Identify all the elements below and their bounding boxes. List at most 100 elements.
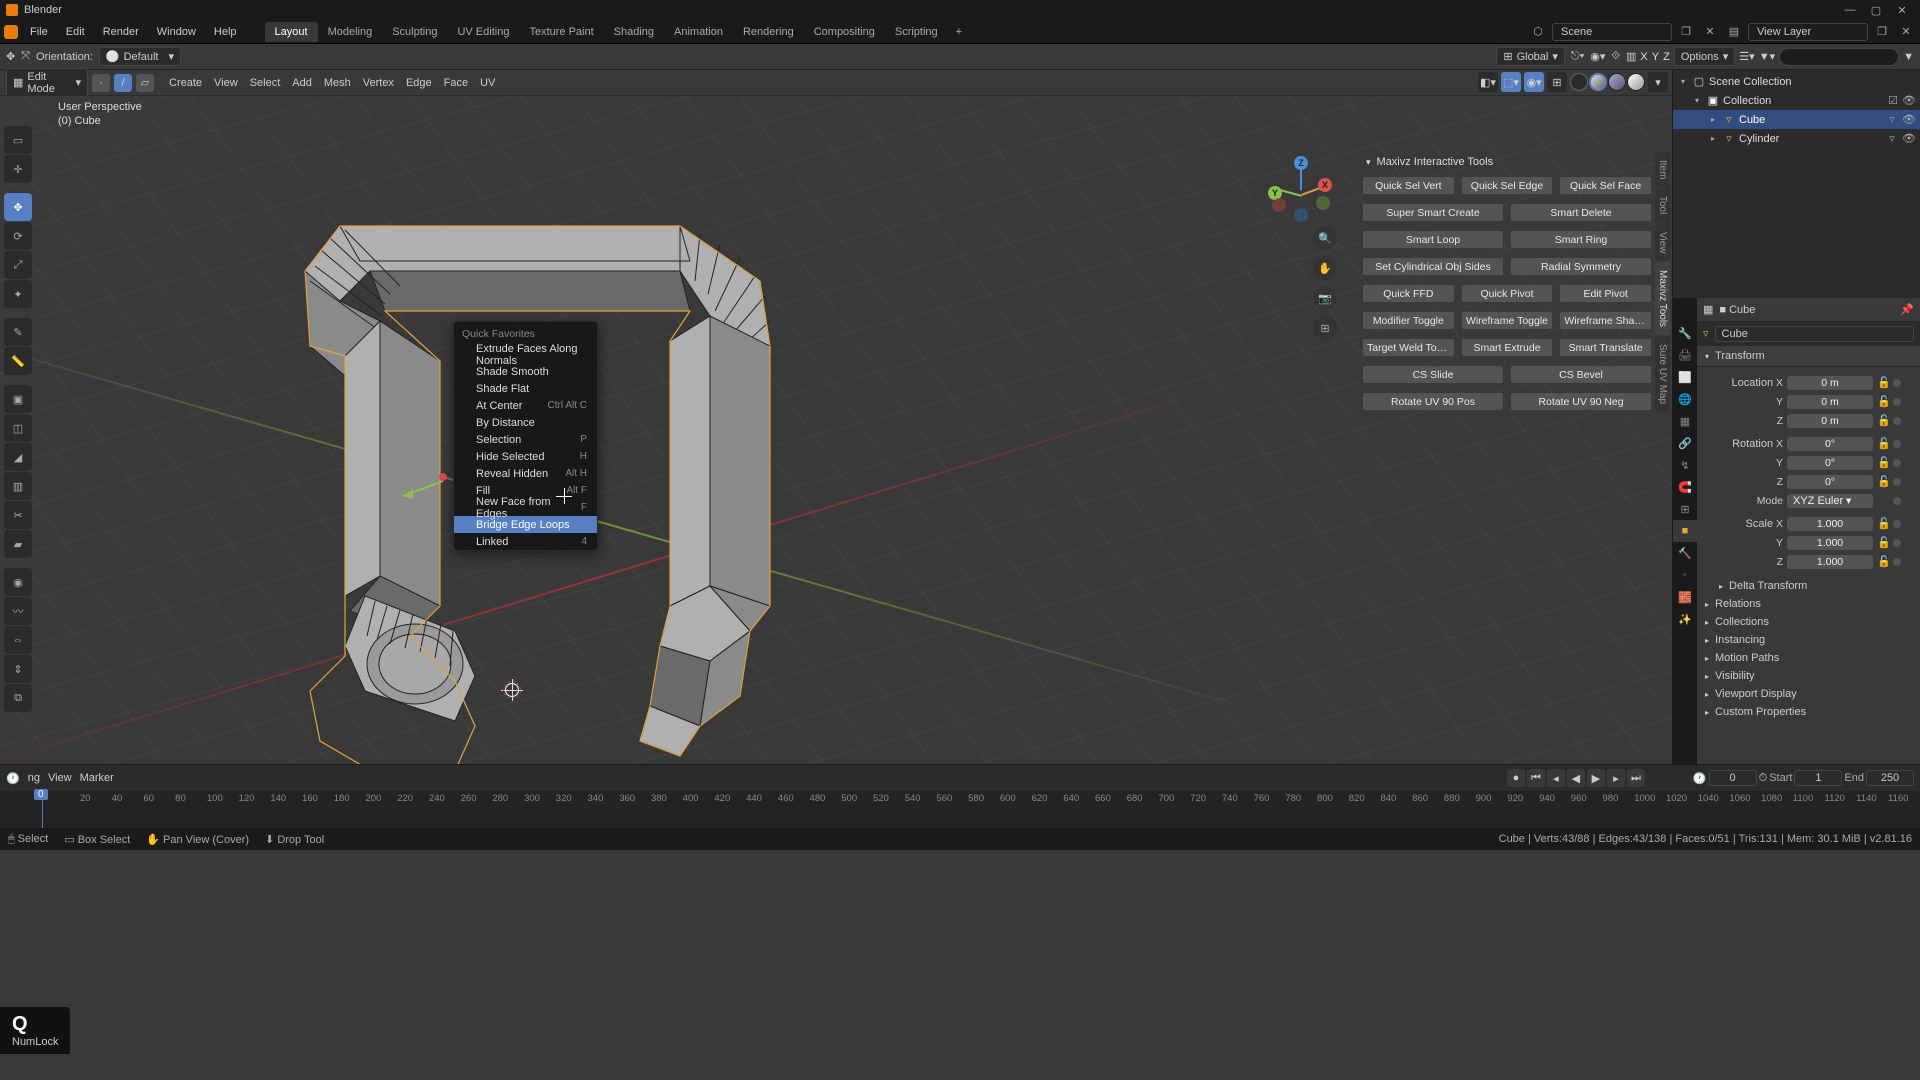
start-frame-field[interactable]: 1 xyxy=(1794,770,1842,786)
select-tool[interactable]: ▭ xyxy=(4,126,32,154)
workspace-tab-rendering[interactable]: Rendering xyxy=(733,22,804,42)
delete-viewlayer-button[interactable]: ✕ xyxy=(1896,22,1916,42)
solid-shading[interactable] xyxy=(1589,73,1607,91)
play-reverse-button[interactable]: ◀ xyxy=(1567,769,1585,787)
mirror-y[interactable]: Y xyxy=(1652,51,1659,63)
maxivz-wireframe-shaded-to-[interactable]: Wireframe Shaded To.. xyxy=(1559,311,1652,330)
rot-z-lock[interactable]: 🔓 xyxy=(1877,475,1889,488)
zoom-icon[interactable]: 🔍 xyxy=(1313,226,1337,250)
props-tab-13[interactable]: ✨ xyxy=(1673,608,1697,630)
rotate-tool[interactable]: ⟳ xyxy=(4,222,32,250)
workspace-tab-sculpting[interactable]: Sculpting xyxy=(382,22,447,42)
workspace-tab-shading[interactable]: Shading xyxy=(604,22,664,42)
loc-z-field[interactable]: 0 m xyxy=(1787,414,1873,428)
cursor-tool-icon[interactable]: ✥ xyxy=(6,50,15,63)
props-tab-8[interactable]: ⊞ xyxy=(1673,498,1697,520)
mirror-x[interactable]: X xyxy=(1640,51,1647,63)
outliner-scene-collection[interactable]: ▾▢Scene Collection xyxy=(1673,72,1920,91)
quickfav-extrude-faces-along-normals[interactable]: Extrude Faces Along Normals xyxy=(454,346,597,363)
editmenu-uv[interactable]: UV xyxy=(475,75,500,91)
camera-view-icon[interactable]: 📷 xyxy=(1313,286,1337,310)
scale-tool[interactable]: ⤢ xyxy=(4,251,32,279)
keyframe-prev-button[interactable]: ◂ xyxy=(1547,769,1565,787)
maxivz-rotate-uv-90-pos[interactable]: Rotate UV 90 Pos xyxy=(1362,392,1504,411)
maxivz-smart-loop[interactable]: Smart Loop xyxy=(1362,230,1504,249)
timeline-menu-marker[interactable]: Marker xyxy=(80,772,114,784)
scale-x-lock[interactable]: 🔓 xyxy=(1877,517,1889,530)
maxivz-smart-extrude[interactable]: Smart Extrude xyxy=(1461,338,1554,357)
transform-orientation[interactable]: ⊞Global▾ xyxy=(1496,47,1565,66)
preview-range-toggle[interactable]: ⏱ xyxy=(1759,772,1768,785)
maxivz-rotate-uv-90-neg[interactable]: Rotate UV 90 Neg xyxy=(1510,392,1652,411)
workspace-tab-animation[interactable]: Animation xyxy=(664,22,733,42)
maxivz-smart-delete[interactable]: Smart Delete xyxy=(1510,203,1652,222)
smooth-tool[interactable]: 〰 xyxy=(4,597,32,625)
maxivz-modifier-toggle[interactable]: Modifier Toggle xyxy=(1362,311,1455,330)
timeline-ruler[interactable]: 2040608010012014016018020022024026028030… xyxy=(0,791,1920,828)
props-tab-7[interactable]: 🧲 xyxy=(1673,476,1697,498)
show-gizmos[interactable]: ⬚▾ xyxy=(1501,72,1521,92)
timeline-menu-ng[interactable]: ng xyxy=(28,772,40,784)
pan-icon[interactable]: ✋ xyxy=(1313,256,1337,280)
keyframe-next-button[interactable]: ▸ xyxy=(1607,769,1625,787)
panel-visibility[interactable]: Visibility xyxy=(1697,667,1920,685)
automerge-toggle[interactable]: ⟐ xyxy=(1611,50,1620,63)
spin-tool[interactable]: ◉ xyxy=(4,568,32,596)
navigation-gizmo[interactable]: Z X Y xyxy=(1270,160,1332,222)
maxivz-wireframe-toggle[interactable]: Wireframe Toggle xyxy=(1461,311,1554,330)
add-workspace-button[interactable]: + xyxy=(948,22,970,42)
xray-toggle[interactable]: ⊞ xyxy=(1547,72,1567,92)
jump-start-button[interactable]: ⏮ xyxy=(1527,769,1545,787)
scene-selector[interactable]: Scene xyxy=(1552,23,1672,41)
workspace-tab-modeling[interactable]: Modeling xyxy=(318,22,383,42)
npanel-tab-item[interactable]: Item xyxy=(1655,152,1670,187)
workspace-tab-scripting[interactable]: Scripting xyxy=(885,22,948,42)
menu-help[interactable]: Help xyxy=(206,23,245,41)
props-tab-10[interactable]: 🔨 xyxy=(1673,542,1697,564)
scale-x-field[interactable]: 1.000 xyxy=(1787,517,1873,531)
menu-file[interactable]: File xyxy=(22,23,56,41)
viewport-3d[interactable]: ▦Edit Mode▾ · / ▱ CreateViewSelectAddMes… xyxy=(0,70,1672,764)
quickfav-linked[interactable]: Linked4 xyxy=(454,533,597,550)
measure-tool[interactable]: 📏 xyxy=(4,347,32,375)
maxivz-quick-ffd[interactable]: Quick FFD xyxy=(1362,284,1455,303)
editmenu-vertex[interactable]: Vertex xyxy=(358,75,399,91)
maxivz-quick-pivot[interactable]: Quick Pivot xyxy=(1461,284,1554,303)
workspace-tab-layout[interactable]: Layout xyxy=(265,22,318,42)
loc-z-lock[interactable]: 🔓 xyxy=(1877,414,1889,427)
scale-z-field[interactable]: 1.000 xyxy=(1787,555,1873,569)
props-pin-icon[interactable]: 📌 xyxy=(1900,303,1914,316)
playhead[interactable] xyxy=(42,791,43,828)
viewlayer-selector[interactable]: View Layer xyxy=(1748,23,1868,41)
outliner-collection[interactable]: ▾▣Collection ☑👁 xyxy=(1673,91,1920,110)
current-frame-field[interactable]: 0 xyxy=(1709,770,1757,786)
delete-scene-button[interactable]: ✕ xyxy=(1700,22,1720,42)
rendered-shading[interactable] xyxy=(1627,73,1645,91)
outliner-search[interactable] xyxy=(1779,48,1899,66)
panel-relations[interactable]: Relations xyxy=(1697,595,1920,613)
face-select-mode[interactable]: ▱ xyxy=(136,74,154,92)
props-tab-4[interactable]: ▦ xyxy=(1673,410,1697,432)
editmenu-face[interactable]: Face xyxy=(439,75,473,91)
rot-y-field[interactable]: 0° xyxy=(1787,456,1873,470)
annotate-tool[interactable]: ✎ xyxy=(4,318,32,346)
props-tab-2[interactable]: ⬜ xyxy=(1673,366,1697,388)
quickfav-shade-flat[interactable]: Shade Flat xyxy=(454,380,597,397)
maxivz-edit-pivot[interactable]: Edit Pivot xyxy=(1559,284,1652,303)
npanel-tab-sure-uv-map[interactable]: Sure UV Map xyxy=(1655,336,1670,412)
outliner-filter[interactable]: ▼▾ xyxy=(1759,50,1775,63)
npanel-tab-view[interactable]: View xyxy=(1655,224,1670,262)
maxivz-quick-sel-edge[interactable]: Quick Sel Edge xyxy=(1461,176,1554,195)
props-tab-5[interactable]: 🔗 xyxy=(1673,432,1697,454)
rot-x-field[interactable]: 0° xyxy=(1787,437,1873,451)
menu-edit[interactable]: Edit xyxy=(58,23,93,41)
loc-y-field[interactable]: 0 m xyxy=(1787,395,1873,409)
maxivz-quick-sel-face[interactable]: Quick Sel Face xyxy=(1559,176,1652,195)
editmenu-view[interactable]: View xyxy=(209,75,243,91)
transform-tool[interactable]: ✦ xyxy=(4,280,32,308)
window-maximize[interactable]: ▢ xyxy=(1864,2,1888,18)
props-pin[interactable]: ▦ xyxy=(1703,303,1713,316)
props-tab-3[interactable]: 🌐 xyxy=(1673,388,1697,410)
vertex-select-mode[interactable]: · xyxy=(92,74,110,92)
rot-y-lock[interactable]: 🔓 xyxy=(1877,456,1889,469)
